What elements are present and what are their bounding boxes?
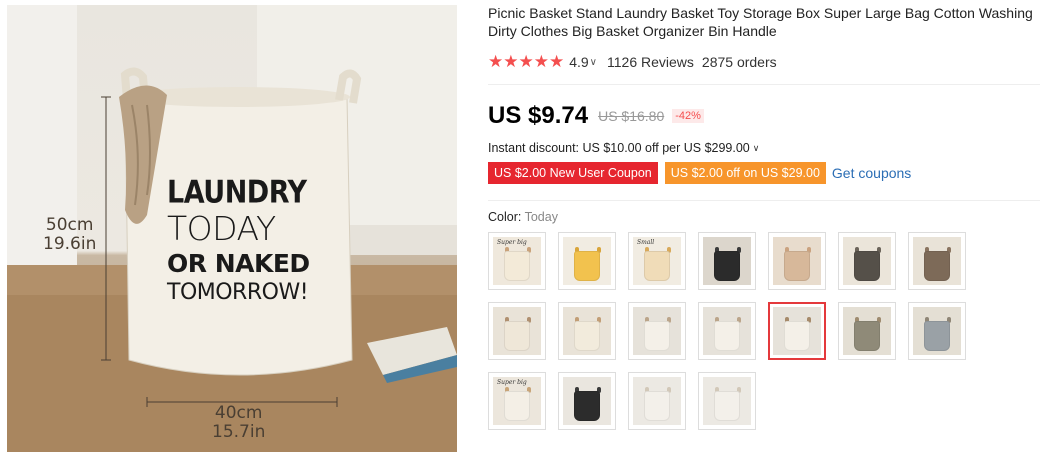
print-line-2: TODAY [167,209,276,248]
print-line-3: OR NAKED [167,249,310,278]
rating-row: ★★★★★ 4.9 ∨ 1126 Reviews 2875 orders [488,52,1040,72]
swatch-thumbnail [493,307,541,355]
color-swatch[interactable] [908,302,966,360]
width-in: 15.7in [212,422,266,442]
swatch-thumbnail [843,237,891,285]
instant-discount-chevron-down-icon[interactable]: ∨ [753,143,760,154]
divider [488,84,1040,85]
coupons-row: US $2.00 New User Coupon US $2.00 off on… [488,162,1040,184]
height-cm: 50cm [45,215,94,235]
width-dimension-label: 40cm 15.7in [212,404,265,442]
color-label-row: Color: Today [488,210,1040,224]
color-swatch[interactable]: Super big [488,372,546,430]
current-price: US $9.74 [488,102,589,129]
swatch-bag-shape [853,321,881,352]
color-swatch[interactable] [698,302,756,360]
instant-discount-text: Instant discount: US $10.00 off per US $… [488,141,750,155]
swatch-thumbnail: Small [633,237,681,285]
color-swatch[interactable] [768,302,826,360]
swatch-size-label: Super big [497,239,527,246]
divider [488,200,1040,201]
new-user-coupon[interactable]: US $2.00 New User Coupon [488,162,658,184]
swatch-thumbnail [703,307,751,355]
color-swatch[interactable] [768,232,826,290]
swatch-bag-shape [573,321,601,352]
swatch-thumbnail [633,377,681,425]
color-swatch[interactable] [908,232,966,290]
instant-discount[interactable]: Instant discount: US $10.00 off per US $… [488,141,1040,155]
swatch-bag-shape [783,251,811,282]
rating-chevron-down-icon[interactable]: ∨ [590,57,597,68]
swatch-thumbnail [563,377,611,425]
color-swatch[interactable]: Super big [488,232,546,290]
swatch-thumbnail [843,307,891,355]
swatch-bag-shape [713,321,741,352]
discount-badge: -42% [672,109,704,123]
swatch-bag-shape [573,391,601,422]
swatch-bag-shape [783,321,811,352]
color-swatch[interactable] [558,372,616,430]
bag-print-text: LAUNDRY TODAY OR NAKED TOMORROW! [167,177,317,304]
get-coupons-link[interactable]: Get coupons [832,165,911,181]
swatch-size-label: Small [637,239,655,246]
height-in: 19.6in [43,234,97,254]
swatch-bag-shape [503,321,531,352]
color-swatch[interactable] [628,372,686,430]
reviews-count-link[interactable]: 1126 Reviews [607,54,694,70]
color-swatch[interactable] [488,302,546,360]
height-dimension-label: 50cm 19.6in [43,216,96,254]
swatch-bag-shape [643,251,671,282]
color-swatch[interactable]: Small [628,232,686,290]
product-main-image[interactable]: LAUNDRY TODAY OR NAKED TOMORROW! 50cm 19… [7,5,457,452]
color-swatch[interactable] [558,232,616,290]
swatch-thumbnail [703,377,751,425]
swatch-thumbnail [563,237,611,285]
swatch-thumbnail [913,237,961,285]
swatch-thumbnail [703,237,751,285]
swatch-bag-shape [643,321,671,352]
swatch-size-label: Super big [497,379,527,386]
rating-stars-icon: ★★★★★ [488,52,565,71]
swatch-thumbnail [563,307,611,355]
product-info-panel: Picnic Basket Stand Laundry Basket Toy S… [488,0,1040,430]
color-swatch[interactable] [558,302,616,360]
color-swatch[interactable] [628,302,686,360]
color-selected-value: Today [524,210,558,224]
swatch-thumbnail [913,307,961,355]
swatch-thumbnail: Super big [493,377,541,425]
price-row: US $9.74 US $16.80 -42% [488,101,1040,131]
print-line-4: TOMORROW! [167,280,309,305]
width-cm: 40cm [214,403,263,423]
product-title: Picnic Basket Stand Laundry Basket Toy S… [488,5,1033,39]
swatch-thumbnail [633,307,681,355]
swatch-thumbnail: Super big [493,237,541,285]
swatch-bag-shape [573,251,601,282]
color-swatch[interactable] [838,302,896,360]
swatch-bag-shape [503,251,531,282]
color-swatch[interactable] [698,372,756,430]
store-coupon[interactable]: US $2.00 off on US $29.00 [664,162,826,184]
swatch-bag-shape [853,251,881,282]
swatch-bag-shape [923,321,951,352]
swatch-thumbnail [773,237,821,285]
swatch-bag-shape [923,251,951,282]
original-price: US $16.80 [598,108,665,124]
color-label: Color: [488,210,522,224]
rating-score[interactable]: 4.9 [569,54,588,70]
orders-count: 2875 orders [701,54,777,70]
print-line-1: LAUNDRY [167,174,307,211]
swatch-bag-shape [713,391,741,422]
swatch-bag-shape [643,391,671,422]
swatch-bag-shape [503,391,531,422]
color-swatch[interactable] [698,232,756,290]
color-swatch-grid: Super big Small Super big [488,232,1040,430]
swatch-bag-shape [713,251,741,282]
color-swatch[interactable] [838,232,896,290]
swatch-thumbnail [773,307,821,355]
